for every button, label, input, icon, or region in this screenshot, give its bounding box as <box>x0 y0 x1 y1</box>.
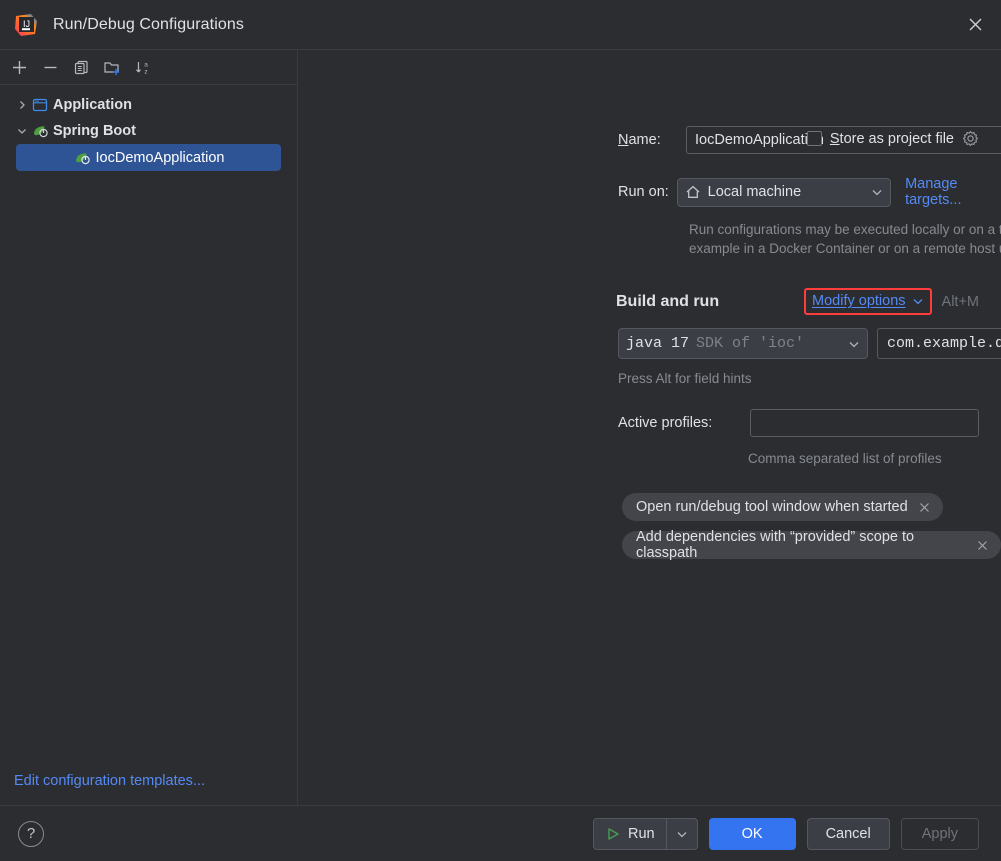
run-on-value: Local machine <box>707 184 802 200</box>
run-on-row: Run on: Local machine Manage targets... <box>618 176 1001 208</box>
jdk-origin: SDK of 'ioc' <box>696 335 805 352</box>
jdk-and-mainclass-row: java 17 SDK of 'ioc' com.example.demo.Ioc… <box>618 328 1001 359</box>
svg-text:IJ: IJ <box>23 19 30 29</box>
chevron-right-icon[interactable] <box>14 100 30 110</box>
target-hint-line1: Run configurations may be executed local… <box>689 222 1001 237</box>
close-small-icon[interactable] <box>919 502 930 513</box>
build-and-run-header: Build and run Modify options Alt+M <box>616 288 979 315</box>
svg-text:z: z <box>144 68 147 75</box>
dialog-footer: ? Run OK Cancel Apply <box>0 805 1001 861</box>
sidebar-toolbar: a z <box>0 50 297 85</box>
run-button-label: Run <box>628 825 655 842</box>
chevron-down-icon[interactable] <box>14 126 30 136</box>
tree-item-spring-boot[interactable]: Spring Boot <box>0 118 297 144</box>
run-button-main[interactable]: Run <box>594 819 666 849</box>
build-and-run-title: Build and run <box>616 292 720 310</box>
copy-configuration-button[interactable] <box>67 54 95 80</box>
run-button[interactable]: Run <box>593 817 698 850</box>
target-hint-line2: example in a Docker Container or on a re… <box>689 241 1001 256</box>
option-chips: Open run/debug tool window when started … <box>622 493 1001 561</box>
store-as-project-file-label: Store as project file <box>830 131 954 147</box>
active-profiles-input[interactable] <box>750 409 979 437</box>
edit-configuration-templates-link[interactable]: Edit configuration templates... <box>14 773 205 789</box>
jdk-version: java 17 <box>626 335 690 352</box>
tree-item-application[interactable]: Application <box>0 92 297 118</box>
name-label-mnemonic: N <box>618 132 629 148</box>
svg-text:a: a <box>144 61 148 68</box>
spring-boot-icon <box>30 123 50 139</box>
configurations-tree: Application Spring Boot IocDemoApplicati… <box>0 85 297 805</box>
add-configuration-button[interactable] <box>5 54 33 80</box>
name-label-rest: ame: <box>628 132 661 148</box>
main-class-field[interactable]: com.example.demo.IocDemoApplication <box>877 328 1001 359</box>
new-folder-button[interactable] <box>98 54 126 80</box>
field-hints-text: Press Alt for field hints <box>618 371 752 386</box>
jdk-combobox[interactable]: java 17 SDK of 'ioc' <box>618 328 868 359</box>
jdk-value: java 17 SDK of 'ioc' <box>626 335 841 352</box>
modify-options-mnemonic: M <box>812 293 825 309</box>
run-on-combobox[interactable]: Local machine <box>676 177 892 207</box>
home-icon <box>685 184 701 200</box>
chevron-down-icon[interactable] <box>667 819 697 849</box>
store-label-mnemonic: S <box>829 130 840 147</box>
tree-item-label: Spring Boot <box>53 123 136 139</box>
dialog-titlebar: IJ Run/Debug Configurations <box>0 0 1001 50</box>
chevron-down-icon[interactable] <box>912 295 924 307</box>
option-chip[interactable]: Add dependencies with “provided” scope t… <box>622 529 1001 561</box>
active-profiles-row: Active profiles: <box>618 409 979 437</box>
tree-item-label: IocDemoApplication <box>95 149 225 166</box>
apply-button: Apply <box>900 817 979 850</box>
modify-options-shortcut: Alt+M <box>941 293 979 310</box>
cancel-button[interactable]: Cancel <box>806 817 890 850</box>
active-profiles-hint: Comma separated list of profiles <box>748 451 942 466</box>
modify-options-highlight: Modify options <box>804 288 932 315</box>
active-profiles-label: Active profiles: <box>618 415 713 431</box>
tree-item-iocdemoapplication[interactable]: IocDemoApplication <box>16 144 281 171</box>
ok-button[interactable]: OK <box>708 817 796 850</box>
application-icon <box>30 97 50 113</box>
sort-az-button[interactable]: a z <box>129 54 157 80</box>
chevron-down-icon[interactable] <box>871 186 883 198</box>
intellij-idea-logo-icon: IJ <box>13 12 39 38</box>
dialog-title: Run/Debug Configurations <box>53 15 244 33</box>
name-label: Name: <box>618 132 686 148</box>
store-label-rest: tore as project file <box>839 130 954 147</box>
close-small-icon[interactable] <box>977 540 988 551</box>
store-as-project-file-row[interactable]: Store as project file <box>806 130 979 147</box>
modify-options-rest: odify options <box>824 293 906 309</box>
play-icon <box>606 827 620 841</box>
option-chip-label: Open run/debug tool window when started <box>636 499 908 515</box>
run-debug-configurations-dialog: IJ Run/Debug Configurations a z Applicat… <box>0 0 1001 861</box>
close-icon[interactable] <box>949 0 1001 50</box>
dialog-body: a z Application Spring Boot IocDemoAppli… <box>0 50 1001 805</box>
option-chip-label: Add dependencies with “provided” scope t… <box>636 529 915 561</box>
main-class-value: com.example.demo.IocDemoApplication <box>887 335 1001 352</box>
gear-icon[interactable] <box>962 130 979 147</box>
store-as-project-file-checkbox[interactable] <box>806 131 822 146</box>
help-button[interactable]: ? <box>18 820 44 847</box>
configuration-editor-panel: Name: Store as project file Run on: <box>298 50 1001 805</box>
tree-item-label: Application <box>53 97 132 113</box>
run-on-label: Run on: <box>618 184 669 200</box>
target-hint-text: Run configurations may be executed local… <box>689 220 1001 258</box>
modify-options-link[interactable]: Modify options <box>812 293 906 309</box>
option-chip[interactable]: Open run/debug tool window when started <box>622 493 943 521</box>
spring-boot-run-icon <box>73 150 93 166</box>
chevron-down-icon[interactable] <box>848 338 860 350</box>
configurations-sidebar: a z Application Spring Boot IocDemoAppli… <box>0 50 298 805</box>
manage-targets-link[interactable]: Manage targets... <box>905 176 1001 208</box>
remove-configuration-button[interactable] <box>36 54 64 80</box>
